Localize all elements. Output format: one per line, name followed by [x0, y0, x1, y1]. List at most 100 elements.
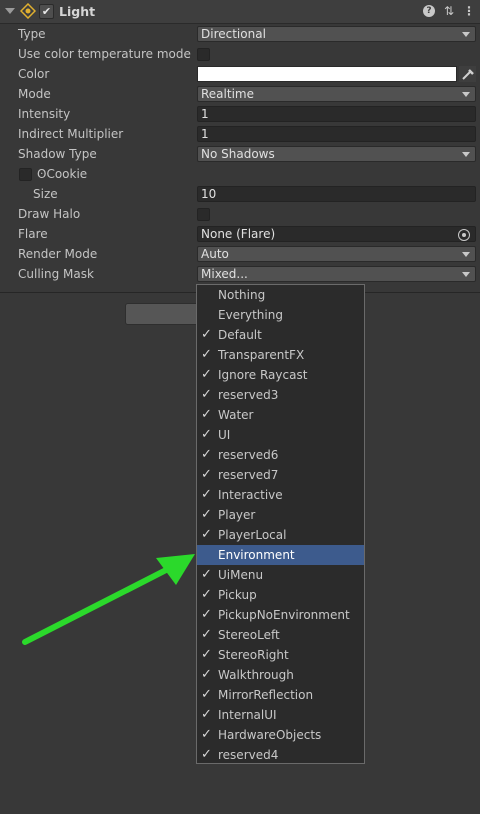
- menu-item-internalui[interactable]: ✓ InternalUI: [197, 705, 364, 725]
- menu-item-player[interactable]: ✓ Player: [197, 505, 364, 525]
- checkmark-icon: ✓: [201, 687, 212, 702]
- shadow-type-dropdown[interactable]: No Shadows: [197, 146, 476, 162]
- menu-item-mirrorreflection[interactable]: ✓ MirrorReflection: [197, 685, 364, 705]
- size-value: 10: [201, 187, 217, 201]
- menu-item-walkthrough[interactable]: ✓ Walkthrough: [197, 665, 364, 685]
- cookie-foldout[interactable]: [19, 168, 32, 181]
- draw-halo-label: Draw Halo: [18, 207, 81, 221]
- chevron-down-icon: [462, 152, 470, 157]
- indirect-multiplier-field[interactable]: 1: [197, 126, 476, 142]
- menu-item-label: MirrorReflection: [218, 688, 314, 702]
- row-shadow-type: Shadow Type No Shadows: [0, 145, 480, 165]
- intensity-field[interactable]: 1: [197, 106, 476, 122]
- menu-item-label: UI: [218, 428, 231, 442]
- culling-mask-value: Mixed...: [201, 267, 248, 281]
- color-temperature-label: Use color temperature mode: [18, 47, 191, 61]
- menu-item-pickup[interactable]: ✓ Pickup: [197, 585, 364, 605]
- menu-item-environment[interactable]: Environment: [197, 545, 364, 565]
- cookie-label-text: Cookie: [46, 167, 88, 181]
- more-options-icon[interactable]: ⋮: [461, 3, 477, 19]
- type-label: Type: [18, 27, 46, 41]
- menu-item-label: StereoRight: [218, 648, 289, 662]
- color-swatch[interactable]: [197, 66, 457, 82]
- checkmark-icon: ✓: [201, 407, 212, 422]
- menu-item-label: Pickup: [218, 588, 257, 602]
- flare-value: None (Flare): [201, 227, 276, 241]
- menu-item-label: StereoLeft: [218, 628, 280, 642]
- row-size: Size 10: [0, 185, 480, 205]
- row-color-temperature: Use color temperature mode: [0, 45, 480, 65]
- checkmark-icon: ✓: [201, 367, 212, 382]
- object-picker-icon[interactable]: [458, 229, 470, 241]
- type-dropdown[interactable]: Directional: [197, 26, 476, 42]
- mode-value: Realtime: [201, 87, 254, 101]
- eyedropper-icon[interactable]: [459, 66, 476, 82]
- row-indirect-multiplier: Indirect Multiplier 1: [0, 125, 480, 145]
- menu-item-pickupnoenvironment[interactable]: ✓ PickupNoEnvironment: [197, 605, 364, 625]
- mode-label: Mode: [18, 87, 51, 101]
- menu-item-stereoright[interactable]: ✓ StereoRight: [197, 645, 364, 665]
- checkmark-icon: ✓: [201, 487, 212, 502]
- menu-item-ignore-raycast[interactable]: ✓ Ignore Raycast: [197, 365, 364, 385]
- menu-item-interactive[interactable]: ✓ Interactive: [197, 485, 364, 505]
- intensity-value: 1: [201, 107, 209, 121]
- checkmark-icon: ✓: [201, 667, 212, 682]
- checkmark-icon: ✓: [201, 467, 212, 482]
- menu-item-reserved6[interactable]: ✓ reserved6: [197, 445, 364, 465]
- menu-item-reserved3[interactable]: ✓ reserved3: [197, 385, 364, 405]
- menu-item-label: InternalUI: [218, 708, 277, 722]
- shadow-type-label: Shadow Type: [18, 147, 97, 161]
- culling-mask-dropdown[interactable]: Mixed...: [197, 266, 476, 282]
- menu-item-reserved4[interactable]: ✓ reserved4: [197, 745, 364, 763]
- foldout-arrow-icon[interactable]: [5, 8, 15, 14]
- menu-item-uimenu[interactable]: ✓ UiMenu: [197, 565, 364, 585]
- menu-item-label: Nothing: [218, 288, 266, 302]
- culling-mask-menu: Nothing Everything ✓ Default ✓ TransparentFX ✓…: [196, 284, 365, 764]
- render-mode-label: Render Mode: [18, 247, 98, 261]
- size-field[interactable]: 10: [197, 186, 476, 202]
- menu-item-label: Default: [218, 328, 262, 342]
- render-mode-value: Auto: [201, 247, 229, 261]
- color-temperature-checkbox[interactable]: [197, 48, 210, 61]
- menu-item-water[interactable]: ✓ Water: [197, 405, 364, 425]
- menu-item-label: TransparentFX: [218, 348, 305, 362]
- row-culling-mask: Culling Mask Mixed...: [0, 265, 480, 285]
- component-title: Light: [59, 4, 96, 19]
- menu-item-label: HardwareObjects: [218, 728, 322, 742]
- checkmark-icon: ✓: [201, 647, 212, 662]
- menu-item-everything[interactable]: Everything: [197, 305, 364, 325]
- chevron-down-icon: [462, 252, 470, 257]
- render-mode-dropdown[interactable]: Auto: [197, 246, 476, 262]
- menu-item-label: UiMenu: [218, 568, 264, 582]
- checkmark-icon: ✓: [201, 447, 212, 462]
- cookie-label: ʘCookie: [37, 167, 87, 181]
- menu-item-label: PickupNoEnvironment: [218, 608, 350, 622]
- checkmark-icon: ✓: [201, 727, 212, 742]
- row-render-mode: Render Mode Auto: [0, 245, 480, 265]
- menu-item-label: PlayerLocal: [218, 528, 287, 542]
- menu-item-transparentfx[interactable]: ✓ TransparentFX: [197, 345, 364, 365]
- help-icon[interactable]: ?: [421, 3, 437, 19]
- menu-item-playerlocal[interactable]: ✓ PlayerLocal: [197, 525, 364, 545]
- flare-object-field[interactable]: None (Flare): [197, 226, 476, 242]
- checkmark-icon: ✓: [201, 347, 212, 362]
- menu-item-reserved7[interactable]: ✓ reserved7: [197, 465, 364, 485]
- presets-icon[interactable]: ⇅: [441, 3, 457, 19]
- draw-halo-checkbox[interactable]: [197, 208, 210, 221]
- light-component-icon: [20, 3, 36, 19]
- menu-item-ui[interactable]: ✓ UI: [197, 425, 364, 445]
- menu-item-label: Player: [218, 508, 256, 522]
- help-glyph: ?: [423, 5, 435, 17]
- component-enabled-checkbox[interactable]: ✔: [39, 4, 54, 19]
- checkmark-icon: ✓: [201, 707, 212, 722]
- menu-item-label: Walkthrough: [218, 668, 294, 682]
- menu-item-default[interactable]: ✓ Default: [197, 325, 364, 345]
- menu-item-stereoleft[interactable]: ✓ StereoLeft: [197, 625, 364, 645]
- checkmark-icon: ✓: [201, 747, 212, 762]
- menu-item-label: Environment: [218, 548, 295, 562]
- mode-dropdown[interactable]: Realtime: [197, 86, 476, 102]
- menu-item-hardwareobjects[interactable]: ✓ HardwareObjects: [197, 725, 364, 745]
- row-intensity: Intensity 1: [0, 105, 480, 125]
- culling-mask-label: Culling Mask: [18, 267, 94, 281]
- menu-item-nothing[interactable]: Nothing: [197, 285, 364, 305]
